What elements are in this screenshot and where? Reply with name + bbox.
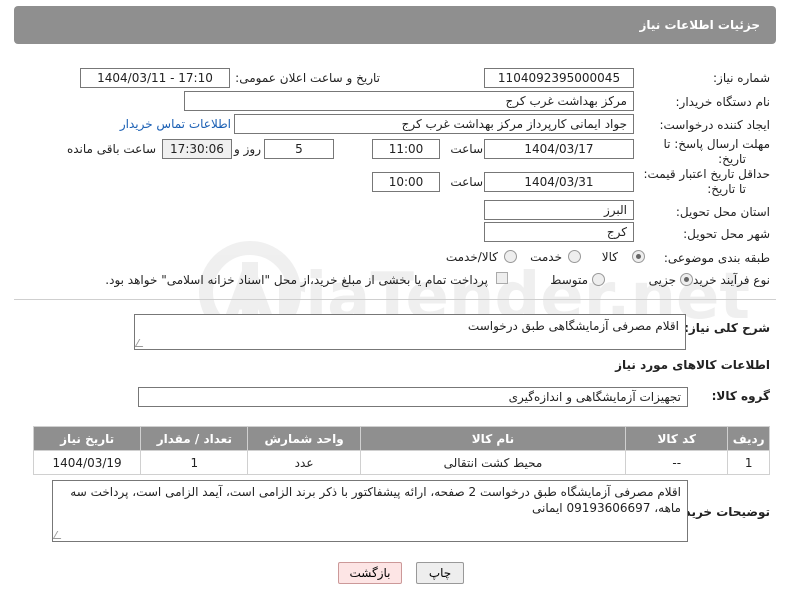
reply-deadline-time-field: 11:00 <box>372 139 440 159</box>
treasury-payment-checkbox[interactable] <box>496 272 508 284</box>
reply-deadline-label-line1: مهلت ارسال پاسخ: تا <box>663 137 770 151</box>
announce-datetime-field: 1404/03/11 - 17:10 <box>80 68 230 88</box>
purchase-process-label: نوع فرآیند خرید : <box>685 273 770 287</box>
goods-group-field: تجهیزات آزمایشگاهی و اندازه‌گیری <box>138 387 688 407</box>
city-field: کرج <box>484 222 634 242</box>
need-number-field: 1104092395000045 <box>484 68 634 88</box>
category-radio-goods-service[interactable] <box>504 250 517 263</box>
category-option-goods-service: کالا/خدمت <box>445 250 498 264</box>
purchase-radio-minor[interactable] <box>680 273 693 286</box>
category-option-goods: کالا <box>601 250 618 264</box>
cell-code: -- <box>625 450 729 475</box>
back-button[interactable]: بازگشت <box>338 562 402 584</box>
price-validity-date-field: 1404/03/31 <box>484 172 634 192</box>
goods-group-label: گروه کالا: <box>711 389 770 403</box>
buyer-notes-textarea: اقلام مصرفی آزمایشگاه طبق درخواست 2 صفحه… <box>52 480 688 542</box>
description-label: شرح کلی نیاز: <box>684 321 770 335</box>
col-code: کد کالا <box>625 426 729 451</box>
cell-quantity: 1 <box>140 450 249 475</box>
purchase-option-medium: متوسط <box>550 273 588 287</box>
category-radio-goods[interactable] <box>632 250 645 263</box>
category-label: طبقه بندی موضوعی: <box>663 251 770 265</box>
remaining-days-field: 5 <box>264 139 334 159</box>
table-row: 1 -- محیط کشت انتقالی عدد 1 1404/03/19 <box>32 450 770 475</box>
buyer-notes-text: اقلام مصرفی آزمایشگاه طبق درخواست 2 صفحه… <box>70 485 681 515</box>
goods-table: ردیف کد کالا نام کالا واحد شمارش تعداد /… <box>32 426 770 475</box>
resize-handle-icon[interactable] <box>135 339 148 347</box>
col-quantity: تعداد / مقدار <box>140 426 249 451</box>
page-header: جزئیات اطلاعات نیاز <box>14 6 776 44</box>
price-validity-label-line2: تا تاریخ: <box>707 182 746 196</box>
announce-datetime-label: تاریخ و ساعت اعلان عمومی: <box>235 71 380 85</box>
reply-deadline-time-label: ساعت <box>450 142 483 156</box>
remaining-days-label: روز و <box>234 142 261 156</box>
price-validity-time-field: 10:00 <box>372 172 440 192</box>
print-button[interactable]: چاپ <box>416 562 464 584</box>
cell-row: 1 <box>727 450 770 475</box>
purchase-option-minor: جزیی <box>648 273 676 287</box>
page-title: جزئیات اطلاعات نیاز <box>639 18 760 32</box>
need-number-label: شماره نیاز: <box>713 71 770 85</box>
col-name: نام کالا <box>359 426 627 451</box>
col-need-date: تاریخ نیاز <box>32 426 142 451</box>
col-row: ردیف <box>727 426 770 451</box>
treasury-payment-note: پرداخت تمام یا بخشی از مبلغ خرید،از محل … <box>105 273 488 287</box>
requester-field: جواد ایمانی کارپرداز مرکز بهداشت غرب کرج <box>234 114 634 134</box>
cell-need-date: 1404/03/19 <box>32 450 142 475</box>
requester-label: ایجاد کننده درخواست: <box>659 118 770 132</box>
table-header-row: ردیف کد کالا نام کالا واحد شمارش تعداد /… <box>32 426 770 451</box>
category-option-service: خدمت <box>530 250 562 264</box>
buyer-contact-link[interactable]: اطلاعات تماس خریدار <box>120 117 231 131</box>
buyer-org-label: نام دستگاه خریدار: <box>675 95 771 109</box>
price-validity-label-line1: حداقل تاریخ اعتبار قیمت: <box>643 167 770 181</box>
remaining-time-field: 17:30:06 <box>162 139 232 159</box>
province-field: البرز <box>484 200 634 220</box>
category-radio-service[interactable] <box>568 250 581 263</box>
resize-handle-icon[interactable] <box>53 531 66 539</box>
reply-deadline-label-line2: تاریخ: <box>718 152 746 166</box>
reply-deadline-date-field: 1404/03/17 <box>484 139 634 159</box>
province-label: استان محل تحویل: <box>675 205 770 219</box>
description-textarea: اقلام مصرفی آزمایشگاهی طبق درخواست <box>134 314 686 350</box>
price-validity-time-label: ساعت <box>450 175 483 189</box>
goods-section-title: اطلاعات کالاهای مورد نیاز <box>615 358 770 372</box>
city-label: شهر محل تحویل: <box>683 227 770 241</box>
description-text: اقلام مصرفی آزمایشگاهی طبق درخواست <box>467 319 679 333</box>
cell-unit: عدد <box>247 450 361 475</box>
remaining-time-label: ساعت باقی مانده <box>66 142 156 156</box>
section-divider <box>14 299 776 300</box>
cell-name: محیط کشت انتقالی <box>359 450 627 475</box>
col-unit: واحد شمارش <box>247 426 361 451</box>
purchase-radio-medium[interactable] <box>592 273 605 286</box>
buyer-org-field: مرکز بهداشت غرب کرج <box>184 91 634 111</box>
